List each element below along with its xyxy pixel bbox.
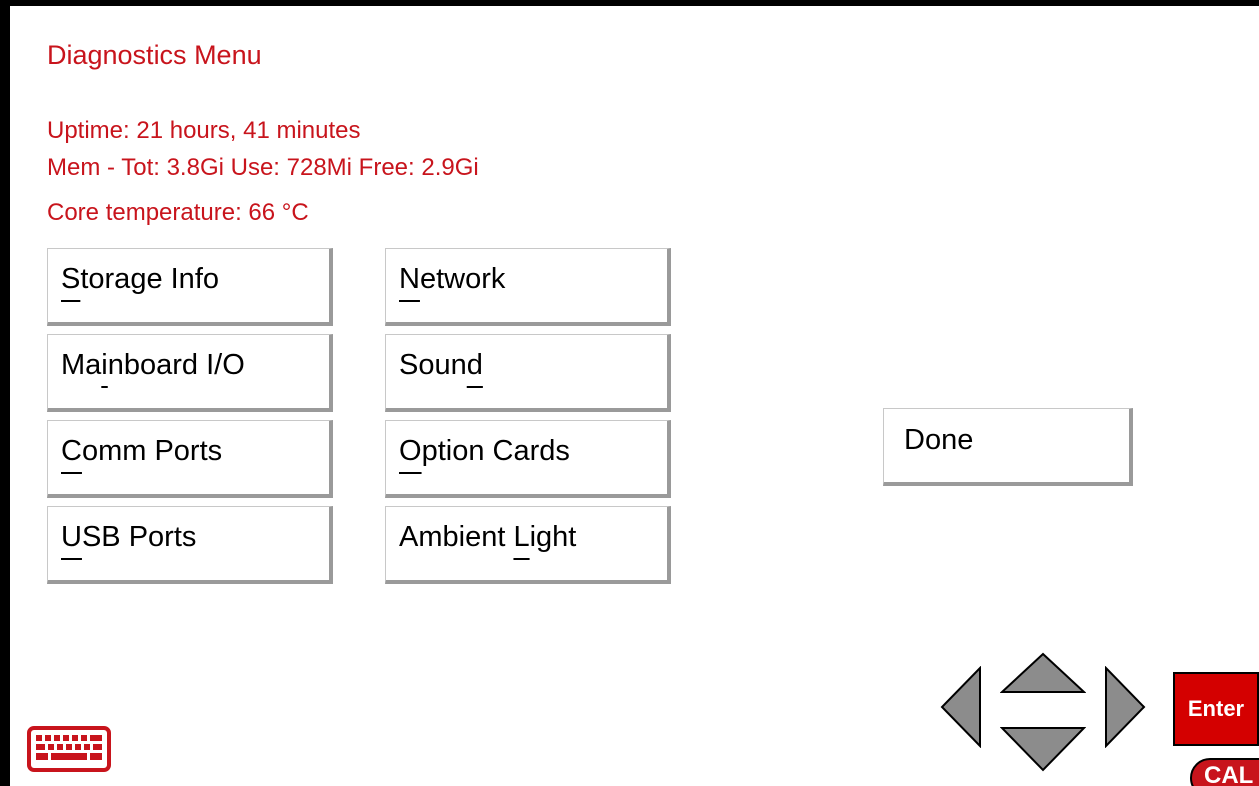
- sound-label: Sound: [399, 349, 483, 381]
- memory-text: Mem - Tot: 3.8Gi Use: 728Mi Free: 2.9Gi: [47, 154, 479, 181]
- storage-info-label: Storage Info: [61, 263, 219, 295]
- uptime-text: Uptime: 21 hours, 41 minutes: [47, 117, 361, 144]
- usb-ports-button[interactable]: USB Ports: [47, 506, 333, 584]
- enter-button[interactable]: Enter: [1173, 672, 1259, 746]
- cal-badge: CAL: [1190, 758, 1259, 786]
- option-cards-button[interactable]: Option Cards: [385, 420, 671, 498]
- down-arrow-icon[interactable]: [1000, 726, 1086, 772]
- temperature-text: Core temperature: 66 °C: [47, 199, 309, 226]
- option-cards-label: Option Cards: [399, 435, 570, 467]
- mainboard-io-button[interactable]: Mainboard I/O: [47, 334, 333, 412]
- diagnostics-screen: Diagnostics Menu Uptime: 21 hours, 41 mi…: [10, 6, 1259, 786]
- page-title: Diagnostics Menu: [47, 40, 262, 70]
- usb-ports-label: USB Ports: [61, 521, 197, 553]
- up-arrow-icon[interactable]: [1000, 652, 1086, 694]
- storage-info-button[interactable]: Storage Info: [47, 248, 333, 326]
- mainboard-io-label: Mainboard I/O: [61, 349, 245, 381]
- done-label: Done: [904, 424, 974, 456]
- keyboard-icon[interactable]: [27, 726, 111, 772]
- ambient-light-button[interactable]: Ambient Light: [385, 506, 671, 584]
- network-button[interactable]: Network: [385, 248, 671, 326]
- left-arrow-icon[interactable]: [940, 666, 982, 748]
- ambient-light-label: Ambient Light: [399, 521, 577, 553]
- comm-ports-button[interactable]: Comm Ports: [47, 420, 333, 498]
- sound-button[interactable]: Sound: [385, 334, 671, 412]
- done-button[interactable]: Done: [883, 408, 1133, 486]
- comm-ports-label: Comm Ports: [61, 435, 223, 467]
- network-label: Network: [399, 263, 506, 295]
- right-arrow-icon[interactable]: [1104, 666, 1146, 748]
